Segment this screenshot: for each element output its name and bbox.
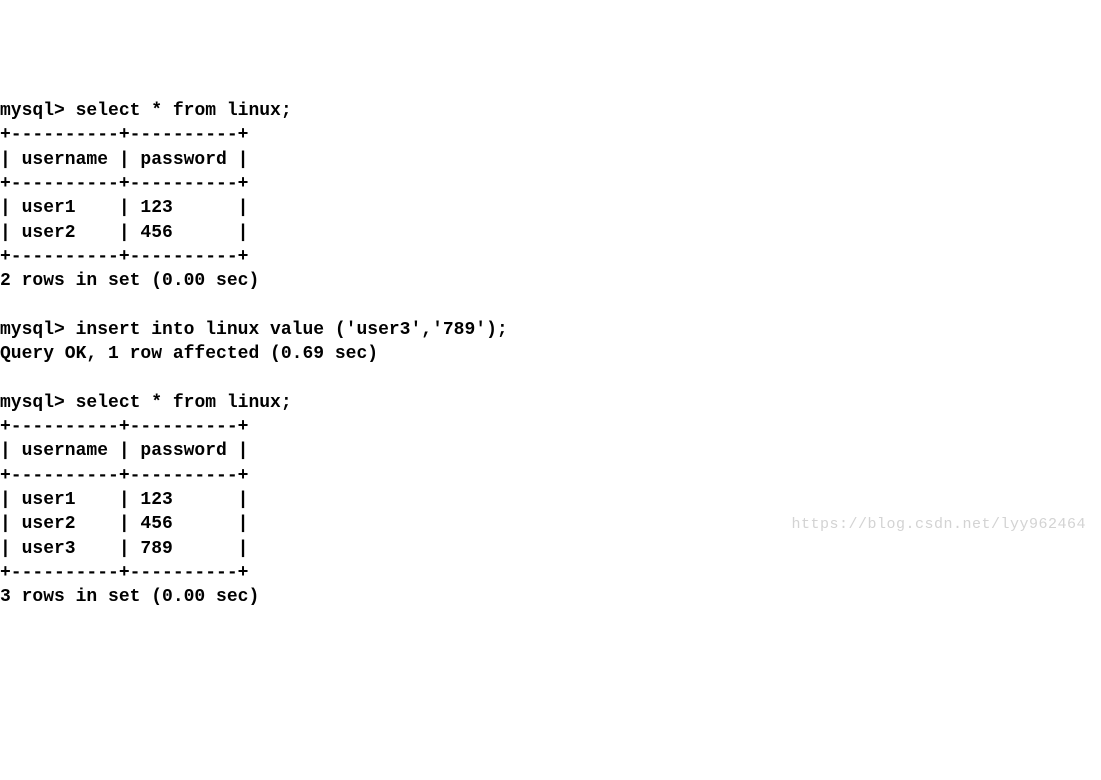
table2-border-bottom: +----------+----------+: [0, 563, 248, 583]
mysql-prompt: mysql>: [0, 320, 65, 340]
table1-border-top: +----------+----------+: [0, 125, 248, 145]
query-select-1: select * from linux;: [76, 101, 292, 121]
table1-border-mid: +----------+----------+: [0, 174, 248, 194]
table2-row: | user3 | 789 |: [0, 539, 248, 559]
query1-result: 2 rows in set (0.00 sec): [0, 271, 259, 291]
query2-result: Query OK, 1 row affected (0.69 sec): [0, 344, 378, 364]
table2-border-mid: +----------+----------+: [0, 466, 248, 486]
prompt-line-3: mysql> select * from linux;: [0, 393, 292, 413]
table2-header: | username | password |: [0, 441, 248, 461]
mysql-prompt: mysql>: [0, 393, 65, 413]
mysql-prompt: mysql>: [0, 101, 65, 121]
prompt-line-1: mysql> select * from linux;: [0, 101, 292, 121]
table1-row: | user2 | 456 |: [0, 223, 248, 243]
watermark-text: https://blog.csdn.net/lyy962464: [791, 515, 1086, 535]
table2-row: | user2 | 456 |: [0, 514, 248, 534]
query-select-2: select * from linux;: [76, 393, 292, 413]
table1-border-bottom: +----------+----------+: [0, 247, 248, 267]
table1-header: | username | password |: [0, 150, 248, 170]
prompt-line-2: mysql> insert into linux value ('user3',…: [0, 320, 508, 340]
table2-border-top: +----------+----------+: [0, 417, 248, 437]
table1-row: | user1 | 123 |: [0, 198, 248, 218]
table2-row: | user1 | 123 |: [0, 490, 248, 510]
query-insert: insert into linux value ('user3','789');: [76, 320, 508, 340]
query3-result: 3 rows in set (0.00 sec): [0, 587, 259, 607]
